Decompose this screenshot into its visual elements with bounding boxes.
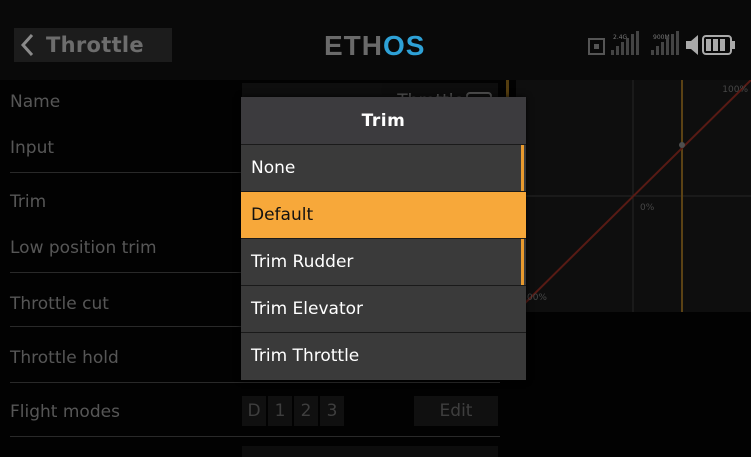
divider	[10, 436, 500, 437]
option-none[interactable]: None	[241, 144, 526, 191]
option-trim-elevator[interactable]: Trim Elevator	[241, 285, 526, 332]
chevron-left-icon[interactable]	[14, 28, 42, 62]
popup-title: Trim	[241, 97, 526, 144]
row-label-trim: Trim	[10, 192, 47, 212]
row-label-input: Input	[10, 138, 55, 158]
trim-select-popup: Trim None Default Trim Rudder Trim Eleva…	[241, 97, 526, 380]
option-trim-throttle[interactable]: Trim Throttle	[241, 332, 526, 379]
svg-text:2.4G: 2.4G	[613, 34, 628, 41]
option-list[interactable]: None Default Trim Rudder Trim Elevator T…	[241, 144, 526, 379]
signal-bars-icon: 2.4G	[611, 31, 639, 55]
option-label: Default	[251, 205, 314, 225]
flight-mode-3[interactable]: 3	[320, 396, 344, 426]
list-scrollbar[interactable]	[521, 145, 524, 191]
row-label-throttle-hold: Throttle hold	[10, 348, 119, 368]
system-icon	[588, 38, 605, 55]
ethos-logo: ETHOS	[322, 28, 446, 62]
divider	[10, 382, 500, 383]
option-label: Trim Rudder	[251, 252, 354, 272]
next-row-field[interactable]	[242, 446, 498, 457]
flight-mode-2[interactable]: 2	[294, 396, 318, 426]
flight-mode-1[interactable]: 1	[268, 396, 292, 426]
curve-point	[679, 142, 685, 148]
status-icons: 2.4G 900M	[585, 30, 750, 60]
page-title: Throttle	[46, 33, 144, 57]
curve-label-mid: 0%	[640, 203, 655, 213]
svg-text:ETHOS: ETHOS	[324, 30, 425, 61]
edit-flight-modes-button[interactable]: Edit	[414, 396, 498, 426]
list-scrollbar[interactable]	[521, 239, 524, 285]
top-bar: Throttle ETHOS 2.4G 900M	[0, 0, 751, 80]
row-label-name: Name	[10, 92, 61, 112]
curve-graph: 100% 0% -100%	[515, 79, 751, 313]
curve-label-max: 100%	[722, 85, 748, 95]
row-label-throttle-cut: Throttle cut	[10, 294, 109, 314]
title-bar[interactable]: Throttle	[14, 28, 172, 62]
speaker-icon[interactable]	[686, 35, 698, 55]
battery-icon	[702, 35, 735, 55]
signal-bars-icon: 900M	[651, 31, 679, 55]
option-trim-rudder[interactable]: Trim Rudder	[241, 238, 526, 285]
row-label-low-position-trim: Low position trim	[10, 238, 157, 258]
option-default[interactable]: Default	[241, 191, 526, 238]
option-label: Trim Elevator	[251, 299, 364, 319]
row-label-flight-modes: Flight modes	[10, 402, 120, 422]
option-label: Trim Throttle	[251, 346, 360, 366]
option-label: None	[251, 158, 296, 178]
flight-mode-d[interactable]: D	[242, 396, 266, 426]
